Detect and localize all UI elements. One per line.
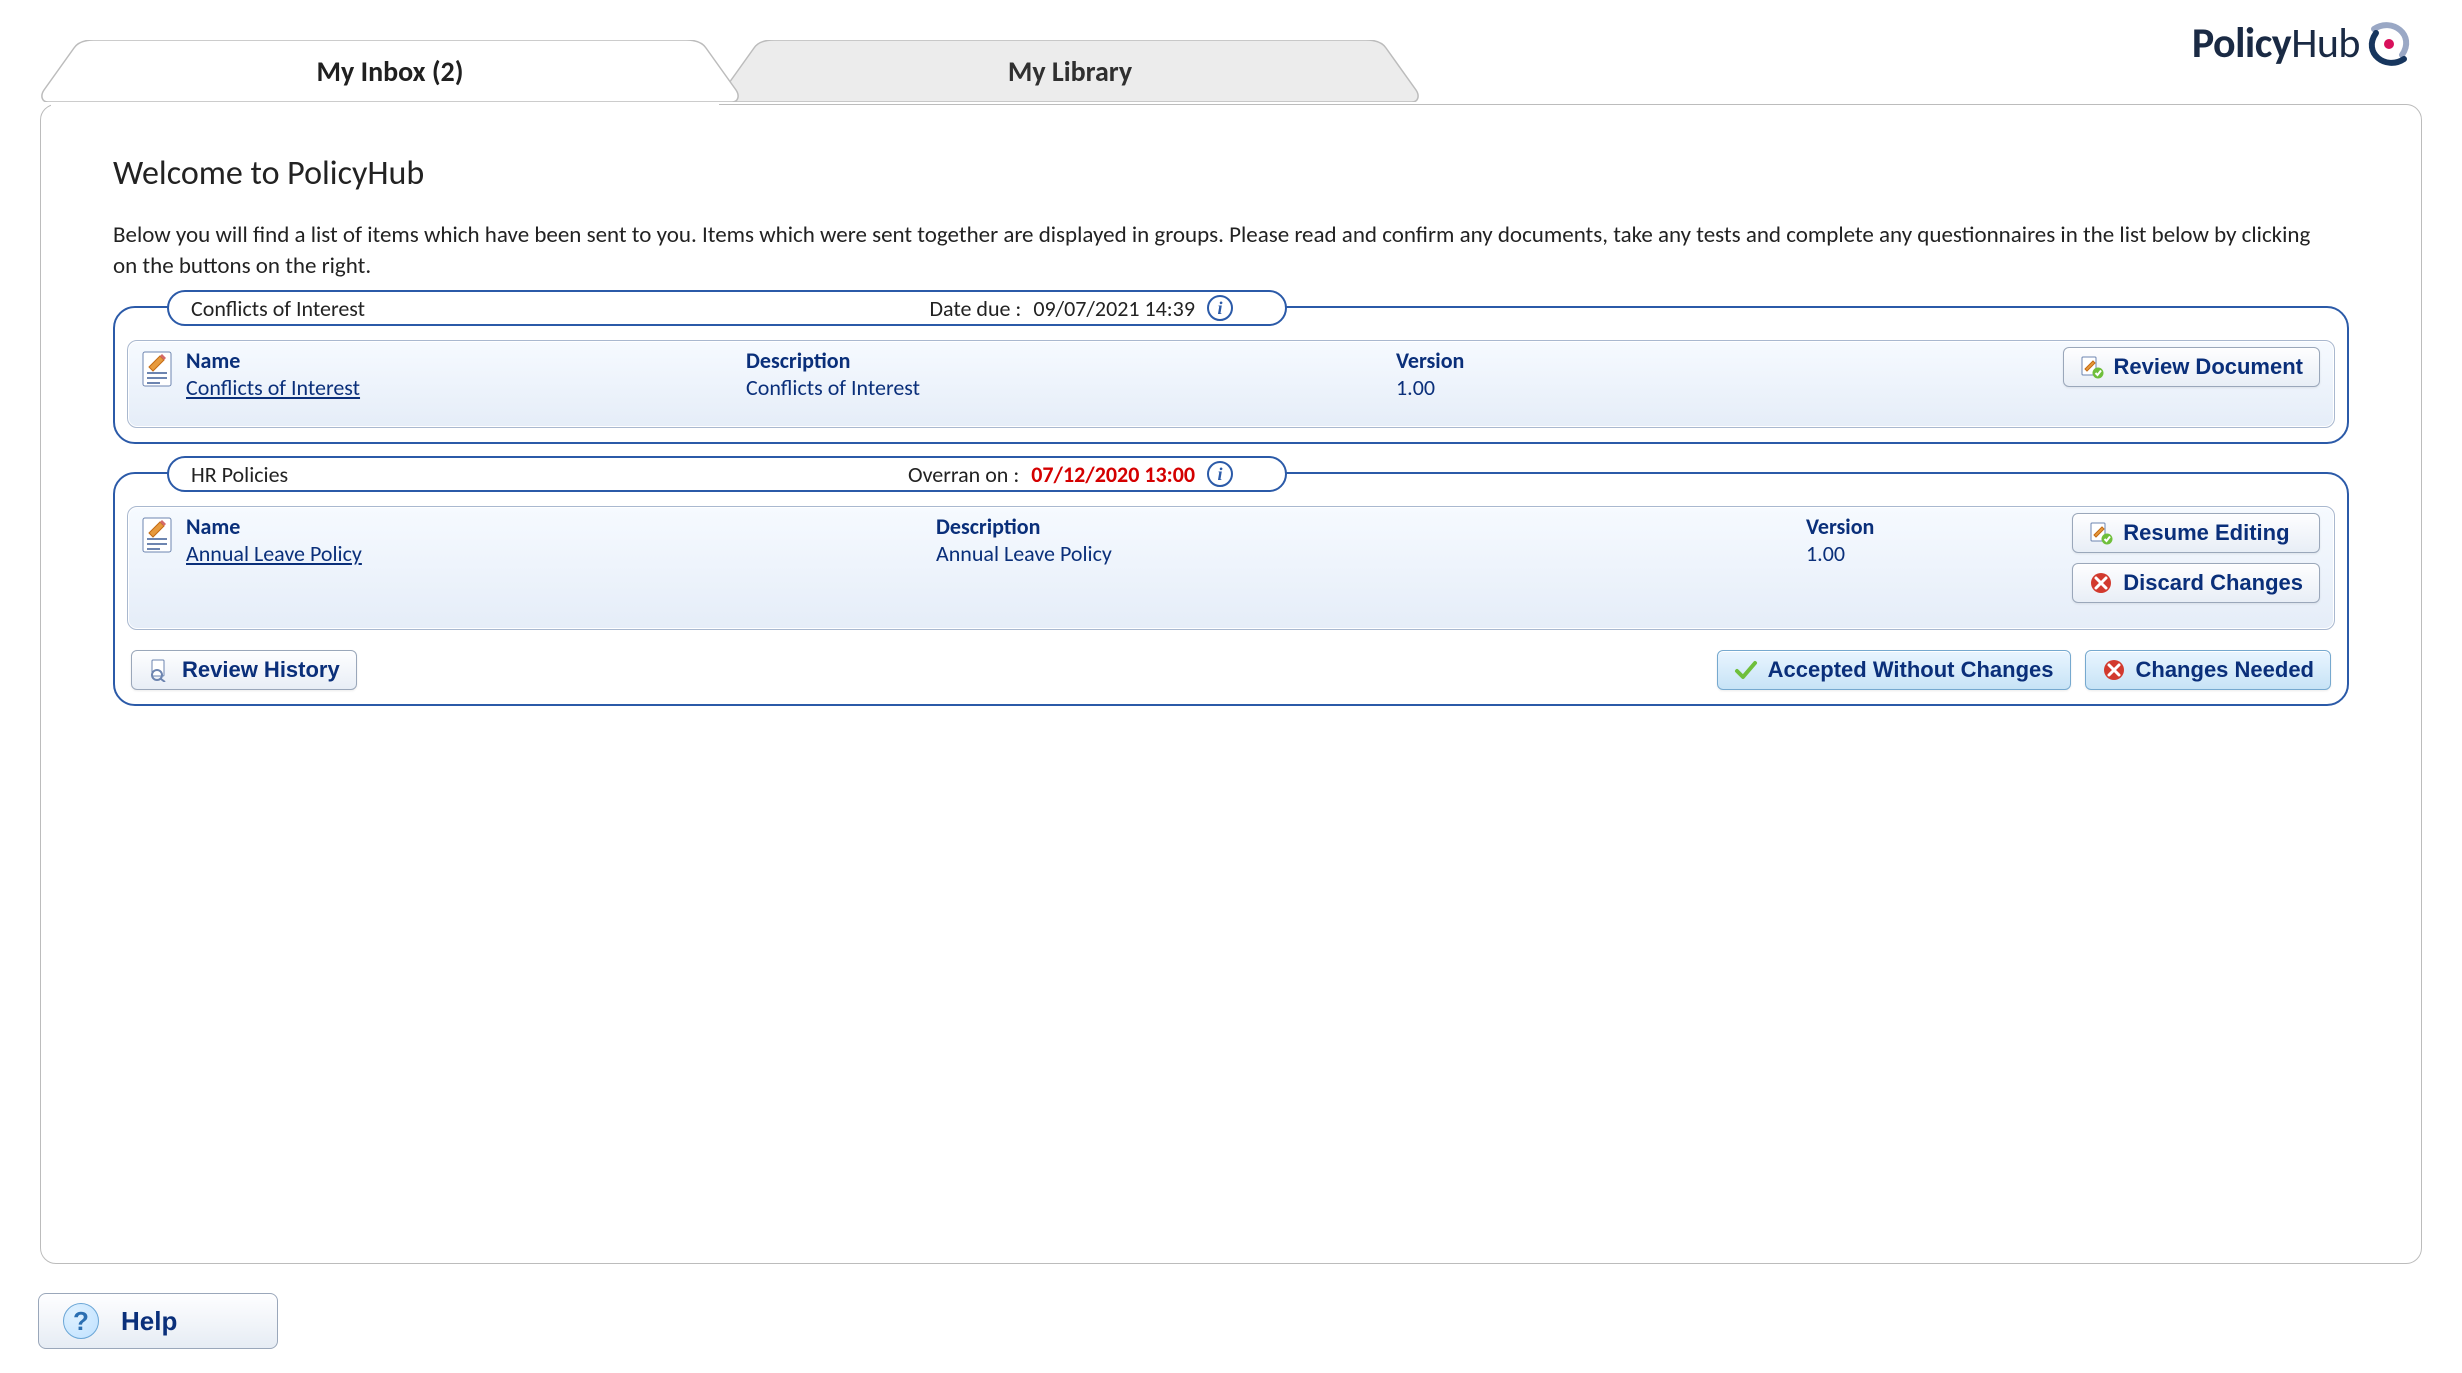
tab-my-library-label: My Library [1008, 54, 1132, 89]
document-version: 1.00 [1396, 374, 2049, 401]
review-document-icon [2080, 355, 2104, 379]
group-title: Conflicts of Interest [191, 295, 365, 322]
help-button[interactable]: ? Help [38, 1293, 278, 1349]
discard-changes-button[interactable]: Discard Changes [2072, 563, 2320, 603]
discard-changes-label: Discard Changes [2123, 570, 2303, 596]
discard-icon [2089, 571, 2113, 595]
changes-needed-label: Changes Needed [2136, 657, 2315, 683]
changes-needed-button[interactable]: Changes Needed [2085, 650, 2332, 690]
col-header-description: Description [746, 347, 1396, 374]
tab-my-inbox[interactable]: My Inbox (2) [40, 40, 740, 102]
resume-editing-icon [2089, 521, 2113, 545]
help-label: Help [121, 1306, 177, 1337]
check-icon [1734, 658, 1758, 682]
info-icon[interactable]: i [1207, 295, 1233, 321]
document-version: 1.00 [1806, 540, 2058, 567]
review-actions-row: Review History Accepted Without Changes [127, 650, 2335, 690]
history-icon [148, 658, 172, 682]
col-header-version: Version [1806, 513, 2058, 540]
intro-text: Below you will find a list of items whic… [113, 220, 2333, 282]
review-document-button[interactable]: Review Document [2063, 347, 2321, 387]
group-legend: Conflicts of Interest Date due : 09/07/2… [167, 290, 1287, 326]
resume-editing-button[interactable]: Resume Editing [2072, 513, 2320, 553]
tab-my-inbox-label: My Inbox (2) [317, 54, 464, 89]
document-name-link[interactable]: Conflicts of Interest [186, 374, 746, 401]
group-title: HR Policies [191, 461, 288, 488]
overran-value: 07/12/2020 13:00 [1031, 461, 1195, 488]
help-icon: ? [63, 1303, 99, 1339]
document-row: Name Conflicts of Interest Description C… [127, 340, 2335, 428]
main-panel: Welcome to PolicyHub Below you will find… [40, 104, 2422, 1264]
col-header-version: Version [1396, 347, 2049, 374]
group-legend: HR Policies Overran on : 07/12/2020 13:0… [167, 456, 1287, 492]
tab-my-library[interactable]: My Library [720, 40, 1420, 102]
review-history-button[interactable]: Review History [131, 650, 357, 690]
tab-bar: My Library My Inbox (2) [40, 40, 2422, 104]
group-conflicts-of-interest: Conflicts of Interest Date due : 09/07/2… [113, 306, 2349, 444]
due-value: 09/07/2021 14:39 [1033, 295, 1195, 322]
col-header-description: Description [936, 513, 1806, 540]
document-row: Name Annual Leave Policy Description Ann… [127, 506, 2335, 630]
col-header-name: Name [186, 513, 936, 540]
col-header-name: Name [186, 347, 746, 374]
accepted-without-changes-label: Accepted Without Changes [1768, 657, 2054, 683]
overran-label: Overran on : [908, 461, 1019, 488]
group-hr-policies: HR Policies Overran on : 07/12/2020 13:0… [113, 472, 2349, 706]
page-title: Welcome to PolicyHub [113, 153, 2349, 194]
review-document-label: Review Document [2114, 354, 2304, 380]
resume-editing-label: Resume Editing [2123, 520, 2289, 546]
document-name-link[interactable]: Annual Leave Policy [186, 540, 936, 567]
info-icon[interactable]: i [1207, 461, 1233, 487]
due-label: Date due : [929, 295, 1021, 322]
document-description: Conflicts of Interest [746, 374, 1396, 401]
document-icon [142, 517, 172, 553]
review-history-label: Review History [182, 657, 340, 683]
document-description: Annual Leave Policy [936, 540, 1806, 567]
document-icon [142, 351, 172, 387]
changes-needed-icon [2102, 658, 2126, 682]
accepted-without-changes-button[interactable]: Accepted Without Changes [1717, 650, 2071, 690]
